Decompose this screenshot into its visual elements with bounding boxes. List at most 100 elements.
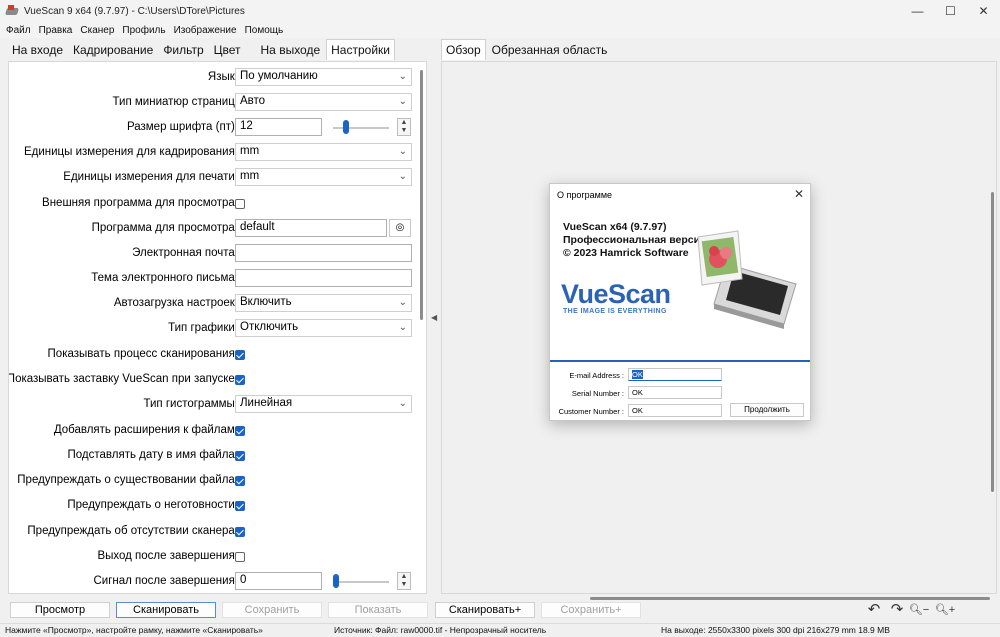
vuescan-app-icon	[6, 5, 18, 17]
menu-bar: Файл Правка Сканер Профиль Изображение П…	[0, 22, 1000, 38]
email-label: Электронная почта:	[132, 247, 238, 259]
tab-output[interactable]: На выходе	[257, 40, 325, 60]
setting-ext-viewer: Внешняя программа для просмотра:	[9, 194, 427, 214]
tab-preview[interactable]: Обзор	[441, 39, 486, 60]
bottom-toolbar: Просмотр Сканировать Сохранить Показать …	[0, 600, 1000, 620]
font-size-spinner[interactable]: ▲▼	[397, 118, 411, 136]
setting-warn-not-ready: Предупреждать о неготовности:	[9, 496, 427, 516]
scan-plus-button[interactable]: Сканировать+	[435, 602, 535, 618]
save-plus-button[interactable]: Сохранить+	[541, 602, 641, 618]
tab-settings[interactable]: Настройки	[326, 39, 395, 60]
beep-after-slider[interactable]	[333, 581, 389, 583]
setting-thumb-type: Тип миниатюр страниц: Авто⌄	[9, 93, 427, 113]
serial-number-field[interactable]: OK	[628, 386, 722, 399]
email-subject-input[interactable]	[235, 269, 412, 287]
exit-after-checkbox[interactable]	[235, 552, 245, 562]
viewer-program-input[interactable]: default	[235, 219, 387, 237]
close-window-button[interactable]: ✕	[967, 0, 1000, 22]
tab-color[interactable]: Цвет	[210, 40, 245, 60]
thumb-type-label: Тип миниатюр страниц:	[113, 96, 238, 108]
menu-scanner[interactable]: Сканер	[80, 25, 114, 36]
setting-autoload: Автозагрузка настроек: Включить⌄	[9, 294, 427, 314]
save-button[interactable]: Сохранить	[222, 602, 322, 618]
warn-exists-checkbox[interactable]	[235, 476, 245, 486]
language-select[interactable]: По умолчанию⌄	[235, 68, 412, 86]
autoload-label: Автозагрузка настроек:	[114, 297, 238, 309]
browse-button[interactable]: ◎	[389, 219, 411, 237]
dialog-title: О программе	[557, 190, 612, 200]
product-edition: Профессиональная версия	[563, 234, 706, 247]
maximize-button[interactable]: ☐	[934, 0, 967, 22]
menu-help[interactable]: Помощь	[245, 25, 284, 36]
print-units-select[interactable]: mm⌄	[235, 168, 412, 186]
spin-down-icon[interactable]: ▼	[398, 581, 410, 589]
continue-button[interactable]: Продолжить	[730, 403, 804, 417]
crop-units-value: mm	[240, 145, 259, 157]
right-tabs: Обзор Обрезанная область	[441, 40, 613, 60]
menu-image[interactable]: Изображение	[174, 25, 237, 36]
language-label: Язык:	[208, 71, 238, 83]
tab-cropped-area[interactable]: Обрезанная область	[488, 40, 612, 60]
thumb-type-value: Авто	[240, 95, 265, 107]
settings-scrollbar[interactable]	[420, 70, 424, 585]
font-size-slider-thumb[interactable]	[343, 120, 349, 134]
ext-viewer-checkbox[interactable]	[235, 199, 245, 209]
spin-up-icon[interactable]: ▲	[398, 119, 410, 127]
status-bar: Нажмите «Просмотр», настройте рамку, наж…	[0, 623, 1000, 637]
date-in-name-label: Подставлять дату в имя файла:	[68, 449, 238, 461]
beep-after-slider-thumb[interactable]	[333, 574, 339, 588]
rotate-left-icon[interactable]: ↶	[864, 600, 884, 620]
menu-file[interactable]: Файл	[6, 25, 31, 36]
show-splash-checkbox[interactable]	[235, 375, 245, 385]
font-size-input[interactable]: 12	[235, 118, 322, 136]
menu-edit[interactable]: Правка	[39, 25, 73, 36]
status-output: На выходе: 2550x3300 pixels 300 dpi 216x…	[661, 625, 890, 635]
tab-crop[interactable]: Кадрирование	[69, 40, 157, 60]
chevron-down-icon: ⌄	[399, 171, 407, 182]
beep-after-label: Сигнал после завершения:	[93, 575, 238, 587]
minimize-button[interactable]: —	[901, 0, 934, 22]
setting-histogram-type: Тип гистограммы: Линейная⌄	[9, 395, 427, 415]
email-address-field[interactable]: OK	[628, 368, 722, 381]
crop-units-label: Единицы измерения для кадрирования:	[24, 146, 238, 158]
spin-up-icon[interactable]: ▲	[398, 573, 410, 581]
setting-date-in-name: Подставлять дату в имя файла:	[9, 446, 427, 466]
spin-down-icon[interactable]: ▼	[398, 127, 410, 135]
zoom-out-icon[interactable]: 🔍︎−	[906, 600, 932, 620]
preview-button[interactable]: Просмотр	[10, 602, 110, 618]
add-ext-checkbox[interactable]	[235, 426, 245, 436]
rotate-right-icon[interactable]: ↷	[887, 600, 907, 620]
email-address-value: OK	[632, 370, 643, 379]
dialog-close-icon[interactable]: ✕	[794, 187, 804, 201]
warn-not-ready-checkbox[interactable]	[235, 501, 245, 511]
crop-units-select[interactable]: mm ⌄	[235, 143, 412, 161]
show-progress-checkbox[interactable]	[235, 350, 245, 360]
tab-input[interactable]: На входе	[8, 40, 67, 60]
email-input[interactable]	[235, 244, 412, 262]
beep-after-spinner[interactable]: ▲▼	[397, 572, 411, 590]
warn-no-scanner-checkbox[interactable]	[235, 527, 245, 537]
show-button[interactable]: Показать	[328, 602, 428, 618]
email-address-label: E-mail Address :	[552, 371, 624, 380]
histogram-type-select[interactable]: Линейная⌄	[235, 395, 412, 413]
beep-after-input[interactable]: 0	[235, 572, 322, 590]
customer-number-field[interactable]: OK	[628, 404, 722, 417]
product-copyright: © 2023 Hamrick Software	[563, 247, 706, 260]
chevron-down-icon: ⌄	[399, 146, 407, 157]
date-in-name-checkbox[interactable]	[235, 451, 245, 461]
setting-warn-exists: Предупреждать о существовании файла:	[9, 471, 427, 491]
thumb-type-select[interactable]: Авто⌄	[235, 93, 412, 111]
viewer-program-label: Программа для просмотра:	[92, 222, 238, 234]
autoload-select[interactable]: Включить⌄	[235, 294, 412, 312]
graphics-type-select[interactable]: Отключить⌄	[235, 319, 412, 337]
scan-button[interactable]: Сканировать	[116, 602, 216, 618]
menu-profile[interactable]: Профиль	[122, 25, 165, 36]
tab-filter[interactable]: Фильтр	[159, 40, 207, 60]
font-size-slider[interactable]	[333, 127, 389, 129]
settings-scroll-thumb[interactable]	[420, 70, 423, 320]
zoom-in-icon[interactable]: 🔍︎+	[932, 600, 958, 620]
collapse-panel-icon[interactable]: ◀	[431, 313, 437, 322]
vuescan-tagline: THE IMAGE IS EVERYTHING	[563, 308, 667, 315]
preview-scrollbar-vertical[interactable]	[991, 192, 994, 492]
show-splash-label: Показывать заставку VueScan при запуске:	[8, 373, 238, 385]
